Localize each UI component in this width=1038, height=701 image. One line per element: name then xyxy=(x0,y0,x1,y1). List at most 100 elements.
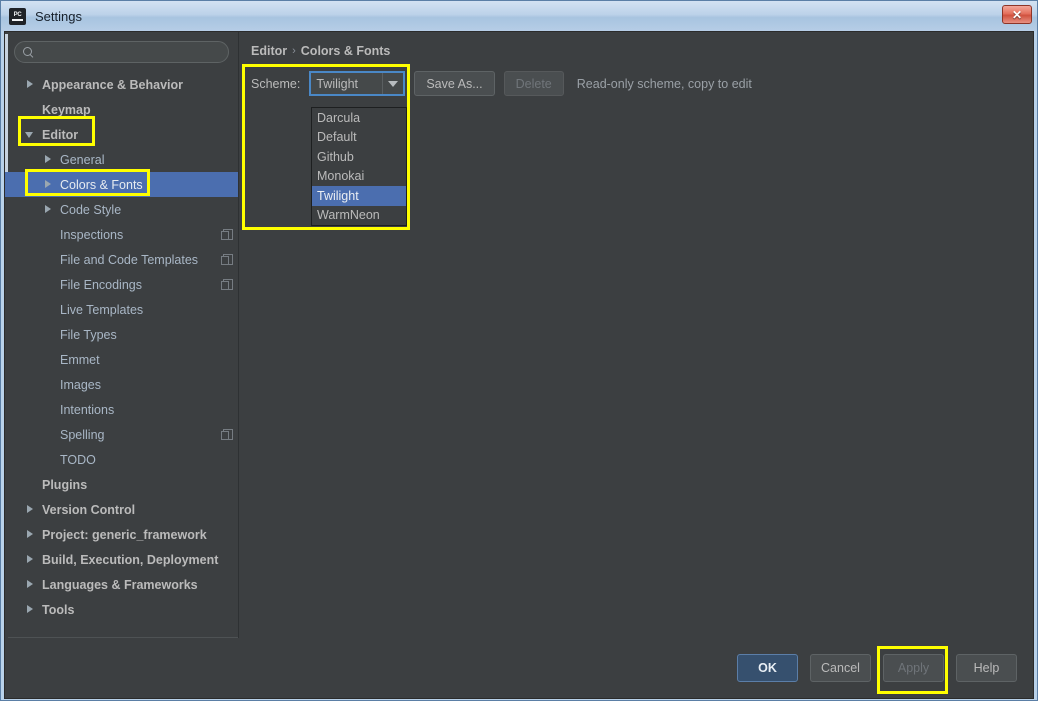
help-button[interactable]: Help xyxy=(956,654,1017,682)
dialog-content: Appearance & Behavior Keymap Editor General… xyxy=(4,31,1034,699)
sidebar-item-label: Keymap xyxy=(42,102,91,117)
cancel-button[interactable]: Cancel xyxy=(810,654,871,682)
sidebar-item-emmet[interactable]: Emmet xyxy=(5,347,238,372)
scheme-option-github[interactable]: Github xyxy=(312,147,406,167)
sidebar-item-images[interactable]: Images xyxy=(5,372,238,397)
sidebar-item-label: Project: generic_framework xyxy=(42,527,207,542)
settings-tree: Appearance & Behavior Keymap Editor General… xyxy=(5,67,238,637)
sidebar-item-tools[interactable]: Tools xyxy=(5,597,238,622)
sidebar-item-languages-frameworks[interactable]: Languages & Frameworks xyxy=(5,572,238,597)
sidebar-item-spelling[interactable]: Spelling xyxy=(5,422,238,447)
sidebar-item-general[interactable]: General xyxy=(5,147,238,172)
chevron-down-icon[interactable] xyxy=(382,73,404,94)
scheme-row: Scheme: Twilight Save As... Delete Read-… xyxy=(251,71,1033,226)
chevron-down-icon[interactable] xyxy=(25,129,36,140)
sidebar-item-label: Version Control xyxy=(42,502,136,517)
sidebar-item-label: Appearance & Behavior xyxy=(42,77,184,92)
delete-button: Delete xyxy=(503,71,564,96)
scheme-option-default[interactable]: Default xyxy=(312,128,406,148)
chevron-right-icon[interactable] xyxy=(25,554,36,565)
scheme-label: Scheme: xyxy=(251,76,301,91)
copy-icon xyxy=(221,429,233,440)
panes: Appearance & Behavior Keymap Editor General… xyxy=(5,32,1033,638)
sidebar-item-live-templates[interactable]: Live Templates xyxy=(5,297,238,322)
sidebar-item-label: Tools xyxy=(42,602,75,617)
sidebar-item-label: File and Code Templates xyxy=(60,252,199,267)
chevron-right-icon[interactable] xyxy=(25,579,36,590)
chevron-right-icon[interactable] xyxy=(43,204,54,215)
sidebar-item-editor[interactable]: Editor xyxy=(5,122,238,147)
title-bar[interactable]: PC Settings ✕ xyxy=(1,1,1037,31)
sidebar-item-todo[interactable]: TODO xyxy=(5,447,238,472)
settings-sidebar: Appearance & Behavior Keymap Editor General… xyxy=(5,32,239,638)
sidebar-item-label: Emmet xyxy=(60,352,100,367)
sidebar-item-colors-fonts[interactable]: Colors & Fonts xyxy=(5,172,238,197)
chevron-right-icon[interactable] xyxy=(25,529,36,540)
save-as-button[interactable]: Save As... xyxy=(414,71,495,96)
sidebar-item-appearance-behavior[interactable]: Appearance & Behavior xyxy=(5,72,238,97)
sidebar-item-label: Spelling xyxy=(60,427,105,442)
sidebar-item-label: Build, Execution, Deployment xyxy=(42,552,219,567)
sidebar-item-project-generic-framework[interactable]: Project: generic_framework xyxy=(5,522,238,547)
sidebar-item-label: Images xyxy=(60,377,101,392)
sidebar-item-file-and-code-templates[interactable]: File and Code Templates xyxy=(5,247,238,272)
sidebar-item-label: Languages & Frameworks xyxy=(42,577,198,592)
breadcrumb-separator: › xyxy=(292,45,296,57)
search-area xyxy=(5,32,238,67)
sidebar-item-file-encodings[interactable]: File Encodings xyxy=(5,272,238,297)
scheme-option-twilight[interactable]: Twilight xyxy=(312,186,406,206)
dialog-button-bar: OK Cancel Apply Help xyxy=(5,638,1033,698)
sidebar-item-label: Inspections xyxy=(60,227,124,242)
sidebar-item-label: Colors & Fonts xyxy=(60,177,143,192)
sidebar-item-label: Editor xyxy=(42,127,79,142)
sidebar-item-plugins[interactable]: Plugins xyxy=(5,472,238,497)
readonly-note: Read-only scheme, copy to edit xyxy=(576,76,752,91)
ok-button[interactable]: OK xyxy=(737,654,798,682)
sidebar-item-intentions[interactable]: Intentions xyxy=(5,397,238,422)
sidebar-item-keymap[interactable]: Keymap xyxy=(5,97,238,122)
sidebar-item-label: Plugins xyxy=(42,477,88,492)
chevron-right-icon[interactable] xyxy=(25,504,36,515)
chevron-right-icon[interactable] xyxy=(25,604,36,615)
chevron-right-icon[interactable] xyxy=(43,179,54,190)
search-box[interactable] xyxy=(14,41,229,63)
breadcrumb-parent[interactable]: Editor xyxy=(251,44,287,58)
scheme-combobox[interactable]: Twilight xyxy=(309,71,406,96)
sidebar-item-version-control[interactable]: Version Control xyxy=(5,497,238,522)
sidebar-item-file-types[interactable]: File Types xyxy=(5,322,238,347)
sidebar-item-label: File Encodings xyxy=(60,277,142,292)
close-icon[interactable]: ✕ xyxy=(1002,5,1032,24)
sidebar-item-label: Code Style xyxy=(60,202,122,217)
window-title: Settings xyxy=(35,8,82,24)
pycharm-icon: PC xyxy=(9,7,26,25)
sidebar-item-code-style[interactable]: Code Style xyxy=(5,197,238,222)
search-input[interactable] xyxy=(40,45,220,59)
sidebar-item-label: File Types xyxy=(60,327,117,342)
apply-button: Apply xyxy=(883,654,944,682)
sidebar-item-label: Intentions xyxy=(60,402,115,417)
scheme-dropdown-list[interactable]: Darcula Default Github Monokai Twilight WarmN… xyxy=(311,107,407,226)
sidebar-item-build-execution-deployment[interactable]: Build, Execution, Deployment xyxy=(5,547,238,572)
chevron-right-icon[interactable] xyxy=(25,79,36,90)
sidebar-item-label: Live Templates xyxy=(60,302,144,317)
chevron-right-icon[interactable] xyxy=(43,154,54,165)
sidebar-item-label: TODO xyxy=(60,452,96,467)
sidebar-item-inspections[interactable]: Inspections xyxy=(5,222,238,247)
scheme-option-darcula[interactable]: Darcula xyxy=(312,108,406,128)
scheme-option-warmneon[interactable]: WarmNeon xyxy=(312,206,406,226)
search-icon xyxy=(23,46,34,58)
copy-icon xyxy=(221,229,233,240)
scheme-option-monokai[interactable]: Monokai xyxy=(312,167,406,187)
sidebar-item-label: General xyxy=(60,152,105,167)
